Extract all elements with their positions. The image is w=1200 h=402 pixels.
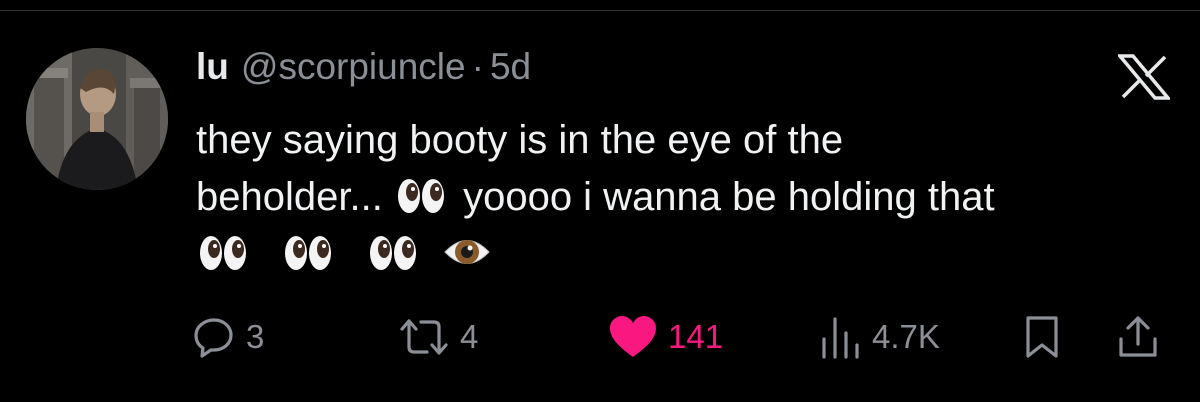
tweet-text-line-1: they saying booty is in the eye of the <box>196 118 844 162</box>
eyes-emoji <box>198 232 248 272</box>
reply-button[interactable]: 3 <box>192 312 264 362</box>
share-button[interactable] <box>1116 312 1160 362</box>
repost-button[interactable]: 4 <box>398 312 478 362</box>
top-divider <box>0 10 1200 11</box>
tweet-header: lu @scorpiuncle · 5d <box>196 46 531 94</box>
like-count: 141 <box>668 318 724 355</box>
heart-icon <box>610 316 656 357</box>
x-logo-icon <box>1116 54 1172 100</box>
eyes-emoji <box>396 175 446 215</box>
tweet-text-line-2: beholder... yoooo i wanna be holding tha… <box>196 169 1176 226</box>
bookmark-icon <box>1026 316 1058 358</box>
header-separator: · <box>471 46 484 87</box>
reply-icon <box>194 318 233 358</box>
tweet-text-line-3 <box>196 226 1176 283</box>
tweet-text-fragment: beholder... <box>196 175 383 219</box>
views-chart-icon <box>822 317 859 359</box>
reply-count: 3 <box>246 318 265 355</box>
action-bar: 3 4 141 4.7K <box>0 306 1200 366</box>
bookmark-button[interactable] <box>1024 312 1060 362</box>
avatar[interactable] <box>26 48 168 190</box>
views-count: 4.7K <box>872 318 940 355</box>
eyes-emoji <box>368 232 418 272</box>
share-icon <box>1119 316 1157 357</box>
like-button[interactable]: 141 <box>608 312 723 362</box>
repost-count: 4 <box>460 318 479 355</box>
tweet-text: they saying booty is in the eye of the b… <box>196 112 1176 283</box>
views-button[interactable]: 4.7K <box>818 312 940 362</box>
author-handle[interactable]: @scorpiuncle <box>241 46 466 88</box>
tweet-text-fragment: yoooo i wanna be holding that <box>463 175 995 219</box>
tweet-timestamp[interactable]: 5d <box>490 46 531 88</box>
repost-icon <box>400 319 448 355</box>
author-display-name[interactable]: lu <box>196 46 229 88</box>
eyes-emoji <box>283 232 333 272</box>
eye-emoji <box>443 231 491 273</box>
